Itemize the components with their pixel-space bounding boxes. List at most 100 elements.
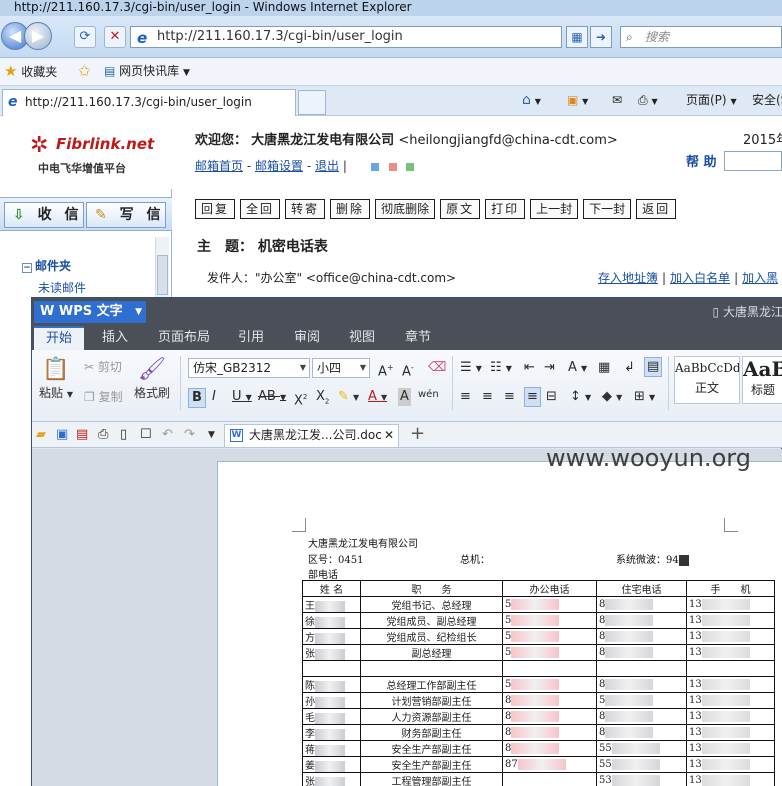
theme-green-swatch[interactable] xyxy=(406,162,415,171)
strikethrough-button[interactable]: AB ▼ xyxy=(258,388,286,407)
refresh-button[interactable]: ⟳ xyxy=(74,26,96,48)
folder-unread[interactable]: 未读邮件 xyxy=(38,279,86,296)
distributed-icon[interactable]: ⊟ xyxy=(546,388,557,406)
tab-view[interactable]: 视图 xyxy=(349,326,375,350)
open-folder-icon[interactable]: ▰ xyxy=(36,426,46,444)
grow-font-icon[interactable]: A+ xyxy=(378,359,394,381)
clear-format-icon[interactable]: ⌫ xyxy=(428,359,446,377)
page-menu[interactable]: 页面(P) ▼ xyxy=(686,86,737,116)
compatibility-button[interactable]: ▦ xyxy=(566,26,588,48)
mailbox-home-link[interactable]: 邮箱首页 xyxy=(195,159,243,173)
print-button[interactable]: ⎙ ▼ xyxy=(638,86,658,116)
browser-tab[interactable]: e http://211.160.17.3/cgi-bin/user_login xyxy=(2,89,296,116)
reply-all-button[interactable]: 全回 xyxy=(240,199,281,219)
delete-button[interactable]: 删除 xyxy=(330,199,371,219)
folder-tree-title[interactable]: − 邮件夹 xyxy=(22,257,71,274)
copy-button[interactable]: ❐ 复制 xyxy=(84,388,123,405)
forward-mail-button[interactable]: 转寄 xyxy=(285,199,326,219)
show-marks-icon[interactable]: ↲ xyxy=(624,359,635,377)
style-heading[interactable]: AaB 标题 xyxy=(742,356,782,404)
bullets-icon[interactable]: ☰ ▼ xyxy=(460,359,482,378)
paste-button[interactable]: 📋 粘贴 ▼ xyxy=(38,356,74,401)
back-to-list-button[interactable]: 返回 xyxy=(636,199,677,219)
print-mail-button[interactable]: 打印 xyxy=(485,199,526,219)
document-tab[interactable]: W 大唐黑龙江发...公司.doc ✕ xyxy=(224,424,399,447)
undo-icon[interactable]: ↶ xyxy=(162,426,173,444)
safety-menu[interactable]: 安全(S xyxy=(752,86,782,114)
decrease-indent-icon[interactable]: ⇤ xyxy=(524,359,535,377)
search-input[interactable]: ⌕ 搜索 xyxy=(620,26,782,48)
original-button[interactable]: 原文 xyxy=(440,199,481,219)
permanent-delete-button[interactable]: 彻底删除 xyxy=(375,199,436,219)
export-pdf-icon[interactable]: ▤ xyxy=(76,426,88,444)
bold-button[interactable]: B xyxy=(188,388,206,408)
tab-section[interactable]: 章节 xyxy=(405,326,431,350)
phonetic-guide-icon[interactable]: wén xyxy=(418,386,439,404)
paragraph-icon[interactable]: ▤ xyxy=(644,357,663,377)
theme-red-swatch[interactable] xyxy=(388,162,397,171)
tab-references[interactable]: 引用 xyxy=(238,326,264,350)
mail-button[interactable]: ✉ xyxy=(612,86,622,114)
style-normal[interactable]: AaBbCcDd 正文 xyxy=(674,356,740,404)
cut-button[interactable]: ✂ 剪切 xyxy=(84,358,122,375)
line-spacing-icon[interactable]: ↕ ▼ xyxy=(570,388,591,407)
favorites-button[interactable]: ★ 收藏夹 xyxy=(4,58,57,85)
mailbox-settings-link[interactable]: 邮箱设置 xyxy=(255,159,303,173)
align-center-icon[interactable]: ≡ xyxy=(482,388,493,406)
write-button[interactable]: ✎ 写 信 xyxy=(86,202,166,228)
font-family-select[interactable]: 仿宋_GB2312 ▼ xyxy=(188,358,310,378)
superscript-button[interactable]: X2 xyxy=(294,388,307,410)
next-mail-button[interactable]: 下一封 xyxy=(583,199,632,219)
shrink-font-icon[interactable]: A- xyxy=(402,359,414,381)
reply-button[interactable]: 回复 xyxy=(195,199,236,219)
redo-icon[interactable]: ↷ xyxy=(184,426,195,444)
fill-color-icon[interactable]: ◆ ▼ xyxy=(602,388,622,407)
border-icon[interactable]: ⊞ ▼ xyxy=(634,388,655,407)
web-slice-gallery[interactable]: ▤ 网页快讯库 ▼ xyxy=(104,58,190,86)
add-whitelist-link[interactable]: 加入白名单 xyxy=(670,271,730,285)
new-document-button[interactable]: + xyxy=(410,422,425,446)
increase-indent-icon[interactable]: ⇥ xyxy=(544,359,555,377)
address-bar[interactable]: e http://211.160.17.3/cgi-bin/user_login xyxy=(130,26,562,48)
add-favorite-button[interactable]: ✩ xyxy=(78,58,91,85)
save-icon[interactable]: ▣ xyxy=(56,426,68,444)
font-color-icon[interactable]: A ▼ xyxy=(368,388,387,407)
help-search-input[interactable] xyxy=(724,151,782,171)
tab-page-layout[interactable]: 页面布局 xyxy=(158,326,210,350)
italic-button[interactable]: I xyxy=(212,388,216,406)
spellcheck-icon[interactable]: ☐ xyxy=(140,426,152,444)
feeds-button[interactable]: ▣ ▼ xyxy=(567,86,588,116)
save-to-addressbook-link[interactable]: 存入地址簿 xyxy=(598,271,658,285)
format-painter-button[interactable]: 🖌 格式刷 xyxy=(132,356,172,401)
stop-button[interactable]: ✕ xyxy=(104,26,126,48)
tab-review[interactable]: 审阅 xyxy=(294,326,320,350)
align-left-icon[interactable]: ≡ xyxy=(460,388,471,406)
font-size-select[interactable]: 小四 ▼ xyxy=(312,358,370,378)
text-direction-icon[interactable]: A ▼ xyxy=(568,359,587,378)
justify-icon[interactable]: ≡ xyxy=(524,387,541,407)
help-link[interactable]: 帮 助 xyxy=(686,151,717,170)
quick-access-dropdown[interactable]: ▼ xyxy=(208,426,215,444)
add-blacklist-link[interactable]: 加入黑 xyxy=(742,271,778,285)
tab-home[interactable]: 开始 xyxy=(34,326,85,350)
subscript-button[interactable]: X2 xyxy=(316,388,329,411)
receive-button[interactable]: ⇩ 收 信 xyxy=(4,202,84,228)
logout-link[interactable]: 退出 xyxy=(315,159,339,173)
previous-mail-button[interactable]: 上一封 xyxy=(530,199,579,219)
char-shading-icon[interactable]: A xyxy=(398,388,411,406)
highlight-icon[interactable]: ✎ ▼ xyxy=(338,388,359,407)
home-button[interactable]: ⌂ ▼ xyxy=(522,86,541,116)
close-icon[interactable]: ✕ xyxy=(384,425,394,446)
print-preview-icon[interactable]: ▯ xyxy=(120,426,127,444)
wps-app-menu[interactable]: W WPS 文字 ▼ xyxy=(34,301,146,323)
table-icon[interactable]: ▦ xyxy=(598,359,610,377)
numbering-icon[interactable]: ☷ ▼ xyxy=(490,359,512,378)
new-tab-button[interactable] xyxy=(298,90,326,115)
underline-button[interactable]: U ▼ xyxy=(232,388,252,407)
align-right-icon[interactable]: ≡ xyxy=(504,388,515,406)
document-page[interactable]: 大唐黑龙江发电有限公司 区号：0451 总机： 系统微波：94 部电话 姓 名 … xyxy=(217,461,782,786)
forward-button[interactable]: ▶ xyxy=(24,22,52,50)
go-button[interactable]: ➜ xyxy=(590,26,612,48)
print-icon[interactable]: ⎙ xyxy=(98,426,108,444)
theme-blue-swatch[interactable] xyxy=(370,162,379,171)
